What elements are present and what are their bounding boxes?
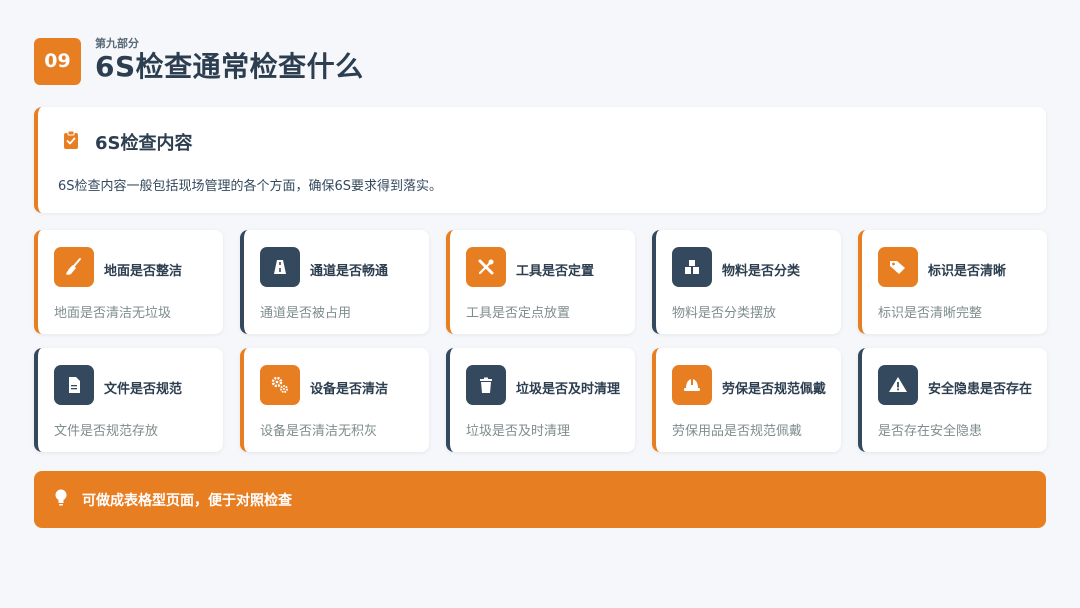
- check-item-desc: 垃圾是否及时清理: [466, 424, 571, 439]
- tools-icon: [466, 247, 506, 287]
- check-item-desc: 设备是否清洁无积灰: [260, 424, 378, 439]
- check-item-title: 垃圾是否及时清理: [516, 382, 621, 397]
- tags-icon: [878, 247, 918, 287]
- intro-header: 6S检查内容: [62, 129, 193, 155]
- gears-icon: [260, 365, 300, 405]
- check-item-desc: 标识是否清晰完整: [878, 306, 983, 321]
- check-item-desc: 劳保用品是否规范佩戴: [672, 424, 803, 439]
- check-item-title: 地面是否整洁: [104, 264, 183, 279]
- intro-title: 6S检查内容: [95, 133, 193, 154]
- title-block: 第九部分 6S检查通常检查什么: [95, 38, 364, 84]
- check-item-desc: 通道是否被占用: [260, 306, 352, 321]
- check-item-card: 物料是否分类 物料是否分类摆放: [652, 230, 841, 334]
- check-item-desc: 工具是否定点放置: [466, 306, 571, 321]
- check-item-desc: 文件是否规范存放: [54, 424, 159, 439]
- section-subtitle: 第九部分: [95, 37, 139, 50]
- intro-description: 6S检查内容一般包括现场管理的各个方面，确保6S要求得到落实。: [58, 179, 443, 194]
- check-item-title: 工具是否定置: [516, 264, 595, 279]
- trash-icon: [466, 365, 506, 405]
- check-item-title: 物料是否分类: [722, 264, 801, 279]
- check-item-card: 安全隐患是否存在 是否存在安全隐患: [858, 348, 1047, 452]
- check-item-desc: 物料是否分类摆放: [672, 306, 777, 321]
- check-item-title: 设备是否清洁: [310, 382, 389, 397]
- tip-banner: 可做成表格型页面，便于对照检查: [34, 471, 1046, 528]
- check-item-title: 劳保是否规范佩戴: [722, 382, 827, 397]
- check-item-title: 通道是否畅通: [310, 264, 389, 279]
- check-item-card: 劳保是否规范佩戴 劳保用品是否规范佩戴: [652, 348, 841, 452]
- broom-icon: [54, 247, 94, 287]
- boxes-icon: [672, 247, 712, 287]
- check-item-desc: 地面是否清洁无垃圾: [54, 306, 172, 321]
- check-items-grid: 地面是否整洁 地面是否清洁无垃圾 通道是否畅通 通道是否被占用 工具是否定置 工…: [34, 230, 1047, 452]
- check-item-card: 地面是否整洁 地面是否清洁无垃圾: [34, 230, 223, 334]
- intro-card: 6S检查内容 6S检查内容一般包括现场管理的各个方面，确保6S要求得到落实。: [34, 107, 1046, 213]
- check-item-card: 标识是否清晰 标识是否清晰完整: [858, 230, 1047, 334]
- section-number-badge: 09: [34, 37, 81, 85]
- section-header: 09 第九部分 6S检查通常检查什么: [34, 37, 364, 85]
- check-item-card: 设备是否清洁 设备是否清洁无积灰: [240, 348, 429, 452]
- check-item-title: 安全隐患是否存在: [928, 382, 1033, 397]
- clipboard-check-icon: [62, 130, 80, 154]
- check-item-card: 垃圾是否及时清理 垃圾是否及时清理: [446, 348, 635, 452]
- file-icon: [54, 365, 94, 405]
- check-item-card: 通道是否畅通 通道是否被占用: [240, 230, 429, 334]
- tip-text: 可做成表格型页面，便于对照检查: [82, 492, 292, 509]
- page-title: 6S检查通常检查什么: [95, 50, 364, 83]
- road-icon: [260, 247, 300, 287]
- check-item-card: 工具是否定置 工具是否定点放置: [446, 230, 635, 334]
- check-item-title: 标识是否清晰: [928, 264, 1007, 279]
- check-item-desc: 是否存在安全隐患: [878, 424, 983, 439]
- lightbulb-icon: [34, 489, 68, 511]
- hard-hat-icon: [672, 365, 712, 405]
- check-item-title: 文件是否规范: [104, 382, 183, 397]
- warning-icon: [878, 365, 918, 405]
- check-item-card: 文件是否规范 文件是否规范存放: [34, 348, 223, 452]
